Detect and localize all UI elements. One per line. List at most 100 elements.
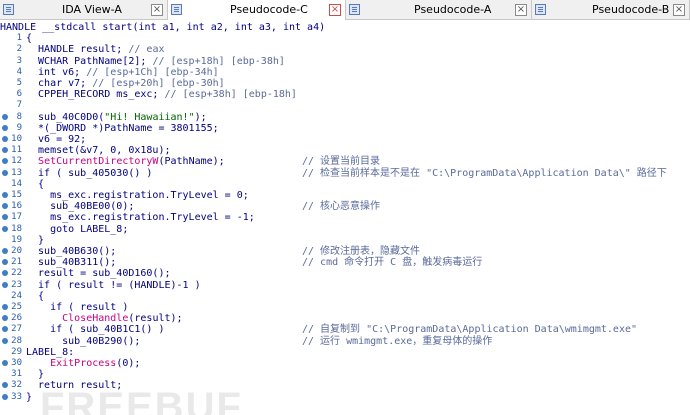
breakpoint-marker-icon[interactable] <box>2 360 8 366</box>
breakpoint-marker-icon[interactable] <box>2 270 8 277</box>
code-line[interactable]: 27 if ( sub_40B1C1() ) // 自复制到 "C:\Progra… <box>0 324 690 335</box>
code-line[interactable]: 26 CloseHandle(result); <box>0 313 690 324</box>
breakpoint-marker-icon[interactable] <box>2 225 8 232</box>
close-icon[interactable]: × <box>329 4 341 16</box>
code-line[interactable]: 13 if ( sub_405030() ) // 检查当前样本是不是在 "C:\… <box>0 168 690 179</box>
line-number: 9 <box>16 122 22 133</box>
code-line[interactable]: 21 sub_40B311(); // cmd 命令打开 C 盘，触发病毒运行 <box>0 257 690 268</box>
code-line[interactable]: 14 { <box>0 179 690 190</box>
code-line[interactable]: 9 *(_DWORD *)PathName = 3801155; <box>0 123 690 134</box>
tab-pseudocode-c[interactable]: Pseudocode-C × <box>168 0 346 21</box>
code-text: return result; <box>26 380 123 392</box>
tab-ida-view-a[interactable]: IDA View-A × <box>0 0 168 20</box>
code-line[interactable]: 7 <box>0 100 690 111</box>
tab-label: Pseudocode-B <box>592 3 670 16</box>
line-number: 11 <box>11 145 22 156</box>
document-icon <box>535 4 546 15</box>
code-line[interactable]: 18 goto LABEL_8; <box>0 224 690 235</box>
code-line[interactable]: 1{ <box>0 33 690 44</box>
code-text: if ( sub_40B1C1() ) <box>26 324 165 336</box>
code-text: CloseHandle(result); <box>62 313 183 325</box>
code-line[interactable]: 4 int v6; // [esp+1Ch] [ebp-34h] <box>0 67 690 78</box>
tab-pseudocode-a[interactable]: Pseudocode-A × <box>346 0 532 20</box>
code-text: memset(&v7, 0, 0x18u); <box>26 145 171 157</box>
close-icon[interactable]: × <box>673 4 685 16</box>
breakpoint-marker-icon[interactable] <box>2 124 8 131</box>
code-text: if ( sub_405030() ) <box>26 167 153 179</box>
line-number: 16 <box>11 201 22 212</box>
tab-label: Pseudocode-C <box>230 3 308 16</box>
code-line[interactable]: 16 sub_40BE00(0); // 核心恶意操作 <box>0 201 690 212</box>
code-text: if ( result != (HANDLE)-1 ) <box>26 279 201 291</box>
breakpoint-marker-icon[interactable] <box>2 147 8 154</box>
breakpoint-marker-icon[interactable] <box>2 192 8 198</box>
code-line[interactable]: HANDLE __stdcall start(int a1, int a2, i… <box>0 22 690 33</box>
code-line[interactable]: 6 CPPEH_RECORD ms_exc; // [esp+38h] [ebp… <box>0 89 690 100</box>
breakpoint-marker-icon[interactable] <box>2 304 8 310</box>
breakpoint-marker-icon[interactable] <box>2 337 8 344</box>
code-line[interactable]: 31 } <box>0 369 690 380</box>
line-number: 19 <box>11 234 22 245</box>
code-line[interactable]: 33} <box>0 392 690 403</box>
tab-label: Pseudocode-A <box>414 3 492 16</box>
breakpoint-marker-icon[interactable] <box>2 136 8 142</box>
breakpoint-marker-icon[interactable] <box>2 326 8 333</box>
code-line[interactable]: 15 ms_exc.registration.TryLevel = 0; <box>0 190 690 201</box>
tab-bar: IDA View-A × Pseudocode-C × Pseudocode-A × Pse… <box>0 0 690 21</box>
code-line[interactable]: 2 HANDLE result; // eax <box>0 44 690 55</box>
line-number: 18 <box>11 223 22 234</box>
code-text: } <box>26 234 45 246</box>
line-number: 28 <box>11 335 22 346</box>
code-text: *(_DWORD *)PathName = 3801155; <box>26 122 219 134</box>
line-number: 23 <box>11 279 22 290</box>
tab-label: IDA View-A <box>62 3 122 16</box>
breakpoint-marker-icon[interactable] <box>2 259 8 266</box>
code-line[interactable]: 3 WCHAR PathName[2]; // [esp+18h] [ebp-3… <box>0 56 690 67</box>
code-line[interactable]: 29 LABEL_8: <box>0 347 690 358</box>
code-text: LABEL_8: <box>26 346 75 358</box>
code-line[interactable]: 28 sub_40B290(); // 运行 wmimgmt.exe，重复母体的操… <box>0 336 690 347</box>
code-text: { <box>26 178 45 190</box>
breakpoint-marker-icon[interactable] <box>2 158 8 165</box>
breakpoint-marker-icon[interactable] <box>2 113 8 120</box>
code-comment: // 修改注册表，隐藏文件 <box>302 246 421 257</box>
breakpoint-marker-icon[interactable] <box>2 169 8 176</box>
tab-pseudocode-b[interactable]: Pseudocode-B × <box>532 0 690 20</box>
code-line[interactable]: 12 SetCurrentDirectoryW(PathName); // 设置当… <box>0 156 690 167</box>
code-comment: // 检查当前样本是不是在 "C:\ProgramData\Applicatio… <box>302 167 667 179</box>
line-number: 24 <box>11 290 22 301</box>
breakpoint-marker-icon[interactable] <box>2 393 8 400</box>
line-number: 14 <box>11 178 22 189</box>
line-number: 8 <box>16 111 22 122</box>
breakpoint-marker-icon[interactable] <box>2 315 8 322</box>
code-line[interactable]: 25 if ( result ) <box>0 302 690 313</box>
close-icon[interactable]: × <box>515 4 527 16</box>
code-text: if ( result ) <box>26 302 129 313</box>
code-line[interactable]: 22 result = sub_40D160(); <box>0 268 690 279</box>
breakpoint-marker-icon[interactable] <box>2 248 8 254</box>
document-icon <box>171 4 182 15</box>
code-line[interactable]: 32 return result; <box>0 380 690 391</box>
breakpoint-marker-icon[interactable] <box>2 281 8 288</box>
code-line[interactable]: 19 } <box>0 235 690 246</box>
pseudocode-view[interactable]: FREEBUF HANDLE __stdcall start(int a1, i… <box>0 20 690 415</box>
close-icon[interactable]: × <box>151 4 163 16</box>
breakpoint-marker-icon[interactable] <box>2 214 8 221</box>
line-number: 12 <box>11 156 22 167</box>
code-line[interactable]: 24 { <box>0 291 690 302</box>
code-line[interactable]: 8 sub_40C0D0("Hi! Hawaiian!"); <box>0 112 690 123</box>
code-text: char v7; // [esp+20h] [ebp-30h] <box>26 78 225 89</box>
breakpoint-marker-icon[interactable] <box>2 382 8 389</box>
code-line[interactable]: 5 char v7; // [esp+20h] [ebp-30h] <box>0 78 690 89</box>
code-line[interactable]: 11 memset(&v7, 0, 0x18u); <box>0 145 690 156</box>
code-line[interactable]: 30 ExitProcess(0); <box>0 358 690 369</box>
code-line[interactable]: 20 sub_40B630(); // 修改注册表，隐藏文件 <box>0 246 690 257</box>
code-line[interactable]: 23 if ( result != (HANDLE)-1 ) <box>0 280 690 291</box>
code-line[interactable]: 17 ms_exc.registration.TryLevel = -1; <box>0 212 690 223</box>
code-text: SetCurrentDirectoryW(PathName); <box>38 156 225 168</box>
code-line[interactable]: 10 v6 = 92; <box>0 134 690 145</box>
breakpoint-marker-icon[interactable] <box>2 203 8 210</box>
line-number: 6 <box>16 89 22 100</box>
line-number: 33 <box>11 391 22 402</box>
code-text: v6 = 92; <box>26 134 87 145</box>
